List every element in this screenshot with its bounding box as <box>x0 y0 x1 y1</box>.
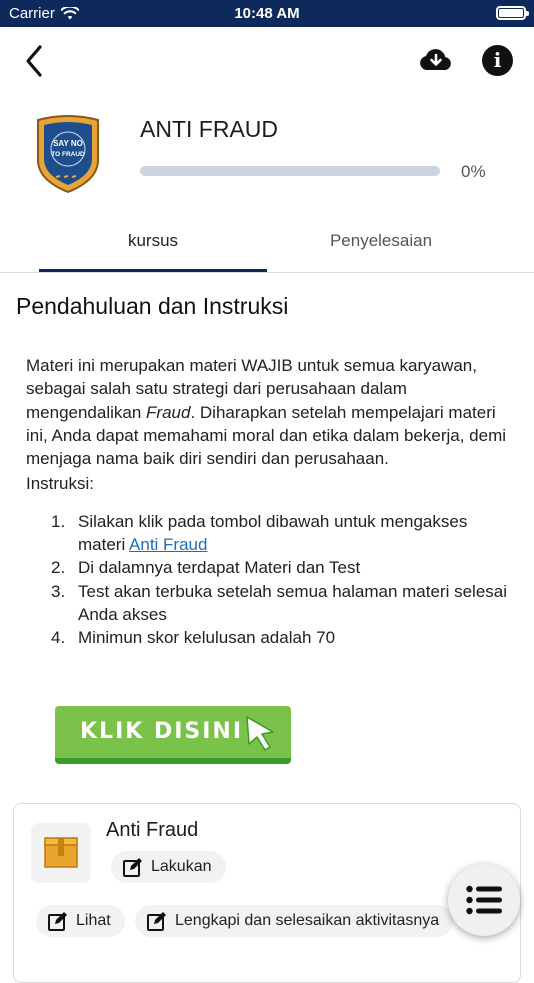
intro-paragraph: Materi ini merupakan materi WAJIB untuk … <box>26 354 516 470</box>
battery-icon <box>496 6 529 20</box>
lengkapi-button[interactable]: Lengkapi dan selesaikan aktivitasnya <box>135 905 454 937</box>
section-title: Pendahuluan dan Instruksi <box>16 293 289 319</box>
list-item-text: Di dalamnya terdapat Materi dan Test <box>78 558 361 578</box>
lihat-label: Lihat <box>76 912 111 929</box>
course-header: SAY NO TO FRAUD ANTI FRAUD 0% <box>0 112 534 212</box>
list-item-text: Test akan terbuka setelah semua halaman … <box>78 581 508 624</box>
list-item: 2. Di dalamnya terdapat Materi dan Test <box>26 556 516 579</box>
top-bar: i <box>0 27 534 97</box>
progress-label: 0% <box>461 162 486 181</box>
menu-fab[interactable] <box>448 864 520 936</box>
clock: 10:48 AM <box>234 5 300 22</box>
instructions-label: Instruksi: <box>26 474 95 494</box>
progress-bar <box>140 166 440 176</box>
lakukan-button[interactable]: Lakukan <box>111 851 226 883</box>
activity-icon <box>31 823 91 883</box>
list-item: 1. Silakan klik pada tombol dibawah untuk… <box>26 510 516 557</box>
status-bar: Carrier 10:48 AM <box>0 0 534 27</box>
anti-fraud-link[interactable]: Anti Fraud <box>129 535 207 554</box>
activity-title: Anti Fraud <box>106 819 199 841</box>
course-title: ANTI FRAUD <box>140 116 278 142</box>
klik-disini-button[interactable]: KLIK DISINI <box>55 706 291 764</box>
list-icon <box>466 885 502 915</box>
list-item-number: 2. <box>51 558 66 578</box>
lihat-button[interactable]: Lihat <box>36 905 125 937</box>
tab-penyelesaian[interactable]: Penyelesaian <box>267 212 495 272</box>
edit-icon <box>48 912 67 931</box>
klik-disini-label: KLIK DISINI <box>80 719 244 744</box>
tab-bar: kursus Penyelesaian <box>0 212 534 273</box>
list-item-number: 4. <box>51 628 66 648</box>
package-icon <box>44 837 78 868</box>
lakukan-label: Lakukan <box>151 858 212 875</box>
chevron-left-icon[interactable] <box>20 41 50 81</box>
list-item: 4. Minimun skor kelulusan adalah 70 <box>26 626 516 649</box>
instruction-list: 1. Silakan klik pada tombol dibawah untuk… <box>26 510 516 650</box>
activity-card: Anti Fraud Lakukan Lihat Lengkapi dan se… <box>13 803 521 983</box>
list-item-number: 3. <box>51 581 66 601</box>
info-icon[interactable]: i <box>482 45 513 76</box>
cloud-download-icon[interactable] <box>418 45 454 75</box>
badge-line-2: TO FRAUD <box>51 151 85 158</box>
intro-text-italic: Fraud <box>146 402 191 422</box>
cursor-pointer-icon <box>246 716 274 751</box>
edit-icon <box>123 858 142 877</box>
list-item: 3. Test akan terbuka setelah semua halama… <box>26 580 516 627</box>
list-item-text: Minimun skor kelulusan adalah 70 <box>78 628 336 648</box>
lengkapi-label: Lengkapi dan selesaikan aktivitasnya <box>175 912 440 929</box>
list-item-number: 1. <box>51 511 66 531</box>
badge-line-1: SAY NO <box>53 139 83 148</box>
intro-content: Materi ini merupakan materi WAJIB untuk … <box>26 354 516 650</box>
edit-icon <box>147 912 166 931</box>
say-no-to-fraud-badge: SAY NO TO FRAUD <box>37 115 99 194</box>
tab-kursus[interactable]: kursus <box>39 212 267 272</box>
